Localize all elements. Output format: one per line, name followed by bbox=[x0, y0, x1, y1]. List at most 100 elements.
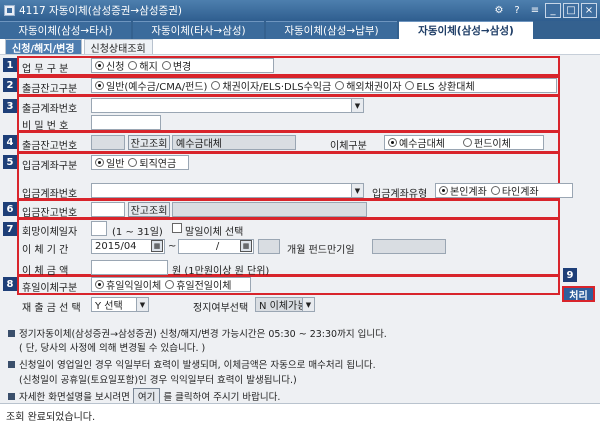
withdraw-balance-name: 예수금대체 bbox=[172, 135, 296, 150]
process-button[interactable]: 처리 bbox=[562, 286, 595, 302]
chevron-down-icon: ▼ bbox=[302, 298, 314, 311]
deposit-balance-no-label: 입금잔고번호 bbox=[22, 208, 78, 219]
withdraw-balance-query-button[interactable]: 잔고조회 bbox=[128, 135, 170, 150]
radio-dot bbox=[388, 138, 397, 147]
subtab-bar: 신청/해지/변경 신청상태조회 bbox=[0, 39, 600, 55]
section-number-3: 3 bbox=[3, 99, 17, 113]
app-icon bbox=[4, 5, 15, 16]
radio-deposit-general[interactable]: 일반 bbox=[95, 155, 124, 170]
bullet-icon bbox=[8, 361, 15, 368]
menu-icon[interactable]: ≡ bbox=[527, 3, 543, 18]
chevron-down-icon[interactable]: ▼ bbox=[136, 298, 148, 311]
maximize-button[interactable]: □ bbox=[563, 3, 579, 18]
radio-dot bbox=[405, 81, 415, 90]
radio-change[interactable]: 변경 bbox=[161, 58, 191, 73]
desired-transfer-day-label: 회망이체일자 bbox=[22, 227, 78, 238]
tab-samsung-to-samsung[interactable]: 자동이체(삼성→삼성) bbox=[399, 21, 533, 39]
radio-dot bbox=[211, 81, 221, 90]
radio-prev-business-day[interactable]: 휴일전일이체 bbox=[165, 277, 231, 292]
holiday-transfer-radio-group: 휴일익일이체 휴일전일이체 bbox=[91, 277, 251, 292]
radio-other-account[interactable]: 타인계좌 bbox=[490, 183, 539, 198]
tab-samsung-to-other[interactable]: 자동이체(삼성→타사) bbox=[0, 21, 131, 39]
withdraw-account-select[interactable] bbox=[91, 98, 364, 113]
withdraw-balance-no-input[interactable] bbox=[91, 135, 125, 150]
settings-icon[interactable]: ⚙ bbox=[491, 3, 507, 18]
password-label: 비 밀 번 호 bbox=[22, 121, 69, 132]
radio-cancel[interactable]: 해지 bbox=[128, 58, 158, 73]
transfer-day-input[interactable] bbox=[91, 221, 107, 236]
minimize-button[interactable]: _ bbox=[545, 3, 561, 18]
tab-other-to-samsung[interactable]: 자동이체(타사→삼성) bbox=[133, 21, 264, 39]
section-number-1: 1 bbox=[3, 58, 17, 72]
tab-samsung-to-payment[interactable]: 자동이체(삼성→납부) bbox=[266, 21, 397, 39]
radio-dot bbox=[335, 81, 345, 90]
business-type-radio-group: 신청 해지 변경 bbox=[91, 58, 274, 73]
chevron-down-icon[interactable]: ▼ bbox=[351, 99, 363, 112]
radio-dot bbox=[161, 61, 171, 70]
radio-apply[interactable]: 신청 bbox=[95, 58, 124, 73]
day-range-hint: (1 ~ 31일) bbox=[112, 227, 163, 238]
note-1: 정기자동이체(삼성증권→삼성증권) 신청/해지/변경 가능시간은 05:30 ~… bbox=[8, 326, 387, 340]
password-input[interactable] bbox=[91, 115, 161, 130]
radio-dot bbox=[128, 61, 138, 70]
radio-dot bbox=[439, 186, 448, 195]
deposit-account-owner-radio-group: 본인계좌 타인계좌 bbox=[435, 183, 573, 198]
business-type-label: 업 무 구 분 bbox=[22, 64, 69, 75]
transfer-type-label: 이체구분 bbox=[330, 141, 367, 152]
radio-dot bbox=[95, 81, 104, 90]
deposit-account-type2-label: 입금계좌유형 bbox=[372, 189, 428, 200]
period-months-input[interactable] bbox=[258, 239, 280, 254]
radio-next-business-day[interactable]: 휴일익일이체 bbox=[95, 277, 161, 292]
radio-dot bbox=[95, 61, 104, 70]
stop-status-label: 정지여부선택 bbox=[193, 303, 249, 314]
radio-deposit-transfer[interactable]: 예수금대체 bbox=[388, 135, 445, 150]
radio-overseas-bond[interactable]: 해외채권이자 bbox=[335, 78, 401, 93]
holiday-transfer-label: 휴일이체구분 bbox=[22, 283, 78, 294]
radio-general[interactable]: 일반(예수금/CMA/펀드) bbox=[95, 78, 207, 93]
radio-fund-transfer[interactable]: 펀드이체 bbox=[463, 135, 511, 150]
radio-bond-interest[interactable]: 채권이자/ELS·DLS수익금 bbox=[211, 78, 331, 93]
deposit-account-select[interactable] bbox=[91, 183, 364, 198]
note-2-sub: (신청일이 공휴일(토요일포함)인 경우 익익일부터 효력이 발생됩니다.) bbox=[19, 375, 297, 386]
help-link-button[interactable]: 여기 bbox=[132, 388, 161, 404]
deposit-account-label: 입금계좌번호 bbox=[22, 189, 78, 200]
calendar-icon[interactable]: ▦ bbox=[151, 240, 163, 252]
deposit-balance-query-button[interactable]: 잔고조회 bbox=[128, 202, 170, 217]
calendar-icon[interactable]: ▦ bbox=[240, 240, 252, 252]
section-number-2: 2 bbox=[3, 78, 17, 92]
subtab-apply[interactable]: 신청/해지/변경 bbox=[5, 39, 82, 55]
radio-dot bbox=[463, 138, 472, 147]
radio-dot bbox=[165, 280, 175, 289]
transfer-type-radio-group: 예수금대체 펀드이체 bbox=[384, 135, 544, 150]
bullet-icon bbox=[8, 392, 15, 400]
fund-maturity-label: 개월 펀드만기일 bbox=[287, 245, 355, 256]
transfer-amount-input[interactable] bbox=[91, 260, 168, 275]
radio-retirement-pension[interactable]: 퇴직연금 bbox=[128, 155, 176, 170]
subtab-status-query[interactable]: 신청상태조회 bbox=[83, 39, 153, 55]
month-end-label: 말일이체 선택 bbox=[185, 227, 244, 238]
month-end-checkbox[interactable] bbox=[172, 223, 182, 233]
deposit-account-type-radio-group: 일반 퇴직연금 bbox=[91, 155, 189, 170]
window-title: 4117 자동이체(삼성증권→삼성증권) bbox=[19, 5, 182, 17]
note-1-sub: ( 단, 당사의 사정에 의해 변경될 수 있습니다. ) bbox=[19, 343, 206, 354]
help-icon[interactable]: ? bbox=[509, 3, 525, 18]
section-number-8: 8 bbox=[3, 277, 17, 291]
section-number-7: 7 bbox=[3, 222, 17, 236]
section-number-5: 5 bbox=[3, 155, 17, 169]
radio-dot bbox=[95, 280, 104, 289]
transfer-period-label: 이 체 기 간 bbox=[22, 245, 69, 256]
period-separator: ~ bbox=[168, 241, 177, 252]
bullet-icon bbox=[8, 330, 15, 337]
radio-own-account[interactable]: 본인계좌 bbox=[439, 183, 487, 198]
re-withdraw-label: 재 출 금 선 택 bbox=[22, 303, 81, 314]
deposit-balance-no-input[interactable] bbox=[91, 202, 125, 217]
close-button[interactable]: × bbox=[581, 3, 597, 18]
radio-dot bbox=[95, 158, 104, 167]
tab-bar: 자동이체(삼성→타사) 자동이체(타사→삼성) 자동이체(삼성→납부) 자동이체… bbox=[0, 21, 600, 39]
radio-els-redemption[interactable]: ELS 상환대체 bbox=[405, 78, 475, 93]
fund-maturity-date bbox=[372, 239, 446, 254]
withdraw-balance-type-radio-group: 일반(예수금/CMA/펀드) 채권이자/ELS·DLS수익금 해외채권이자 EL… bbox=[91, 78, 557, 93]
chevron-down-icon[interactable]: ▼ bbox=[351, 184, 363, 197]
deposit-balance-name bbox=[172, 202, 367, 217]
section-number-9: 9 bbox=[563, 268, 577, 282]
